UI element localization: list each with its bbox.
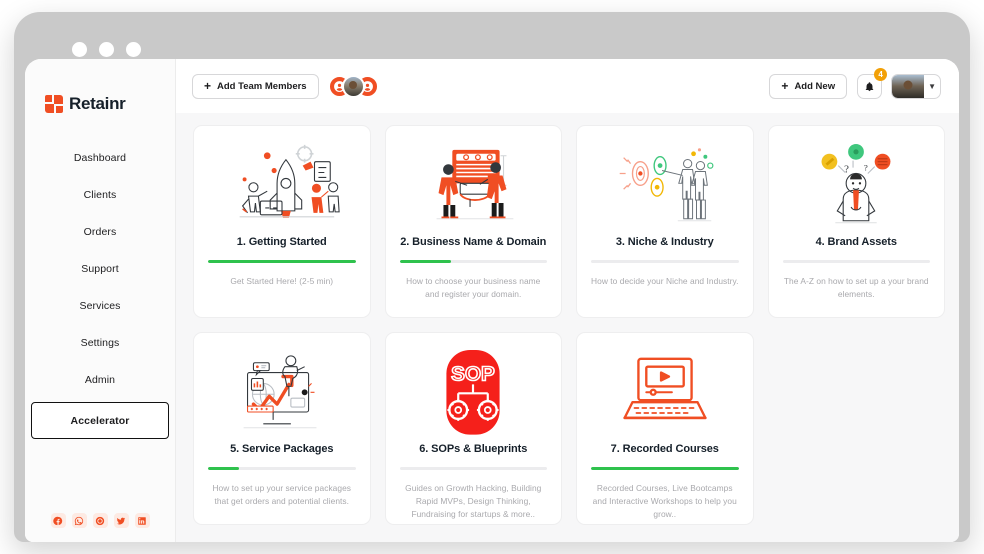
couple-targets-illustration-icon (591, 136, 739, 234)
sidebar-item-label: Dashboard (73, 151, 127, 164)
sidebar-item-label: Settings (80, 336, 120, 349)
main-content: + Add Team Members + Add New 4 ▼ 1. Gett… (176, 59, 959, 542)
card-progress-fill (208, 467, 239, 471)
browser-chrome-bar (14, 12, 970, 64)
accelerator-card-niche-industry[interactable]: 3. Niche & Industry How to decide your N… (576, 125, 754, 318)
linkedin-icon[interactable] (134, 513, 150, 528)
close-dot-icon[interactable] (72, 42, 87, 57)
sidebar-nav: Dashboard Clients Orders Support Service… (25, 139, 175, 443)
accelerator-grid-container: 1. Getting Started Get Started Here! (2-… (176, 113, 959, 542)
sidebar-item-clients[interactable]: Clients (25, 176, 175, 213)
social-links (25, 513, 175, 528)
svg-text:?: ? (864, 162, 868, 172)
accelerator-card-sops-blueprints[interactable]: SOP 6. SOPs & Blueprints Guides on Growt… (384, 332, 562, 525)
maximize-dot-icon[interactable] (126, 42, 141, 57)
sidebar-item-settings[interactable]: Settings (25, 324, 175, 361)
two-people-board-illustration-icon (400, 136, 548, 234)
card-title: 2. Business Name & Domain (400, 236, 547, 248)
card-description: How to decide your Niche and Industry. (591, 276, 739, 287)
card-description: Recorded Courses, Live Bootcamps and Int… (592, 483, 737, 520)
sidebar-item-label: Admin (84, 373, 116, 386)
accelerator-card-recorded-courses[interactable]: 7. Recorded Courses Recorded Courses, Li… (576, 332, 754, 525)
card-description: How to set up your service packages that… (212, 483, 352, 507)
notification-badge: 4 (874, 67, 888, 81)
plus-icon: + (204, 79, 212, 93)
card-title: 6. SOPs & Blueprints (419, 443, 528, 455)
sop-gears-icon: SOP (400, 343, 548, 441)
sidebar-item-label: Services (79, 299, 121, 312)
card-description: How to choose your business name and reg… (406, 276, 541, 300)
accelerator-card-grid: 1. Getting Started Get Started Here! (2-… (193, 125, 945, 525)
sidebar-item-support[interactable]: Support (25, 250, 175, 287)
card-progress-bar (591, 260, 739, 264)
svg-text:SOP: SOP (451, 362, 495, 385)
brand-name: Retainr (69, 94, 126, 113)
app-window: Retainr Dashboard Clients Orders Support… (25, 59, 959, 542)
card-title: 1. Getting Started (236, 236, 327, 248)
browser-mockup: Retainr Dashboard Clients Orders Support… (14, 12, 970, 542)
whatsapp-icon[interactable] (71, 513, 87, 528)
topbar: + Add Team Members + Add New 4 ▼ (176, 59, 959, 113)
card-progress-bar (399, 467, 547, 471)
sidebar-item-label: Clients (83, 188, 117, 201)
notifications: 4 (857, 67, 888, 99)
accelerator-card-service-packages[interactable]: 5. Service Packages How to set up your s… (193, 332, 371, 525)
sidebar-item-admin[interactable]: Admin (25, 361, 175, 398)
add-new-button[interactable]: + Add New (769, 73, 848, 99)
card-progress-bar (208, 260, 356, 264)
accelerator-card-brand-assets[interactable]: ? ? 4. Brand Assets The A-Z on how to se… (767, 125, 945, 318)
add-team-members-button[interactable]: + Add Team Members (192, 73, 319, 99)
card-title: 4. Brand Assets (815, 236, 897, 248)
sidebar-item-label: Support (81, 262, 119, 275)
team-avatars[interactable] (327, 74, 379, 98)
sidebar-item-orders[interactable]: Orders (25, 213, 175, 250)
card-title: 7. Recorded Courses (610, 443, 719, 455)
plus-icon: + (781, 79, 789, 93)
growth-chart-illustration-icon (208, 343, 356, 441)
sidebar-item-accelerator[interactable]: Accelerator (31, 402, 169, 439)
sidebar-item-services[interactable]: Services (25, 287, 175, 324)
avatar[interactable] (341, 74, 365, 98)
card-description: Guides on Growth Hacking, Building Rapid… (405, 483, 542, 520)
card-title: 3. Niche & Industry (615, 236, 714, 248)
card-progress-fill (208, 260, 356, 264)
svg-text:?: ? (844, 163, 849, 175)
messenger-icon[interactable] (92, 513, 108, 528)
card-progress-bar (782, 260, 930, 264)
card-progress-bar (208, 467, 356, 471)
card-description: Get Started Here! (2-5 min) (230, 276, 334, 287)
chevron-down-icon: ▼ (928, 81, 936, 91)
card-progress-bar (591, 467, 739, 471)
card-progress-bar (399, 260, 547, 264)
card-description: The A-Z on how to set up a your brand el… (783, 276, 929, 300)
card-progress-fill (591, 467, 739, 471)
minimize-dot-icon[interactable] (99, 42, 114, 57)
add-new-label: Add New (794, 80, 836, 92)
accelerator-card-business-name-domain[interactable]: 2. Business Name & Domain How to choose … (384, 125, 562, 318)
thinking-person-illustration-icon: ? ? (783, 136, 931, 234)
sidebar-item-dashboard[interactable]: Dashboard (25, 139, 175, 176)
user-menu[interactable]: ▼ (891, 73, 941, 99)
sidebar: Retainr Dashboard Clients Orders Support… (25, 59, 176, 542)
twitter-icon[interactable] (113, 513, 129, 528)
avatar (892, 74, 925, 98)
card-title: 5. Service Packages (230, 443, 334, 455)
sidebar-item-label: Orders (83, 225, 117, 238)
add-team-members-label: Add Team Members (217, 80, 307, 92)
laptop-video-icon (591, 343, 739, 441)
rocket-team-illustration-icon (208, 136, 356, 234)
facebook-icon[interactable] (50, 513, 66, 528)
window-controls (72, 42, 141, 57)
retainr-logo-icon (45, 95, 63, 113)
accelerator-card-getting-started[interactable]: 1. Getting Started Get Started Here! (2-… (193, 125, 371, 318)
brand-logo[interactable]: Retainr (25, 59, 175, 121)
sidebar-item-label: Accelerator (70, 414, 130, 427)
card-progress-fill (399, 260, 452, 264)
